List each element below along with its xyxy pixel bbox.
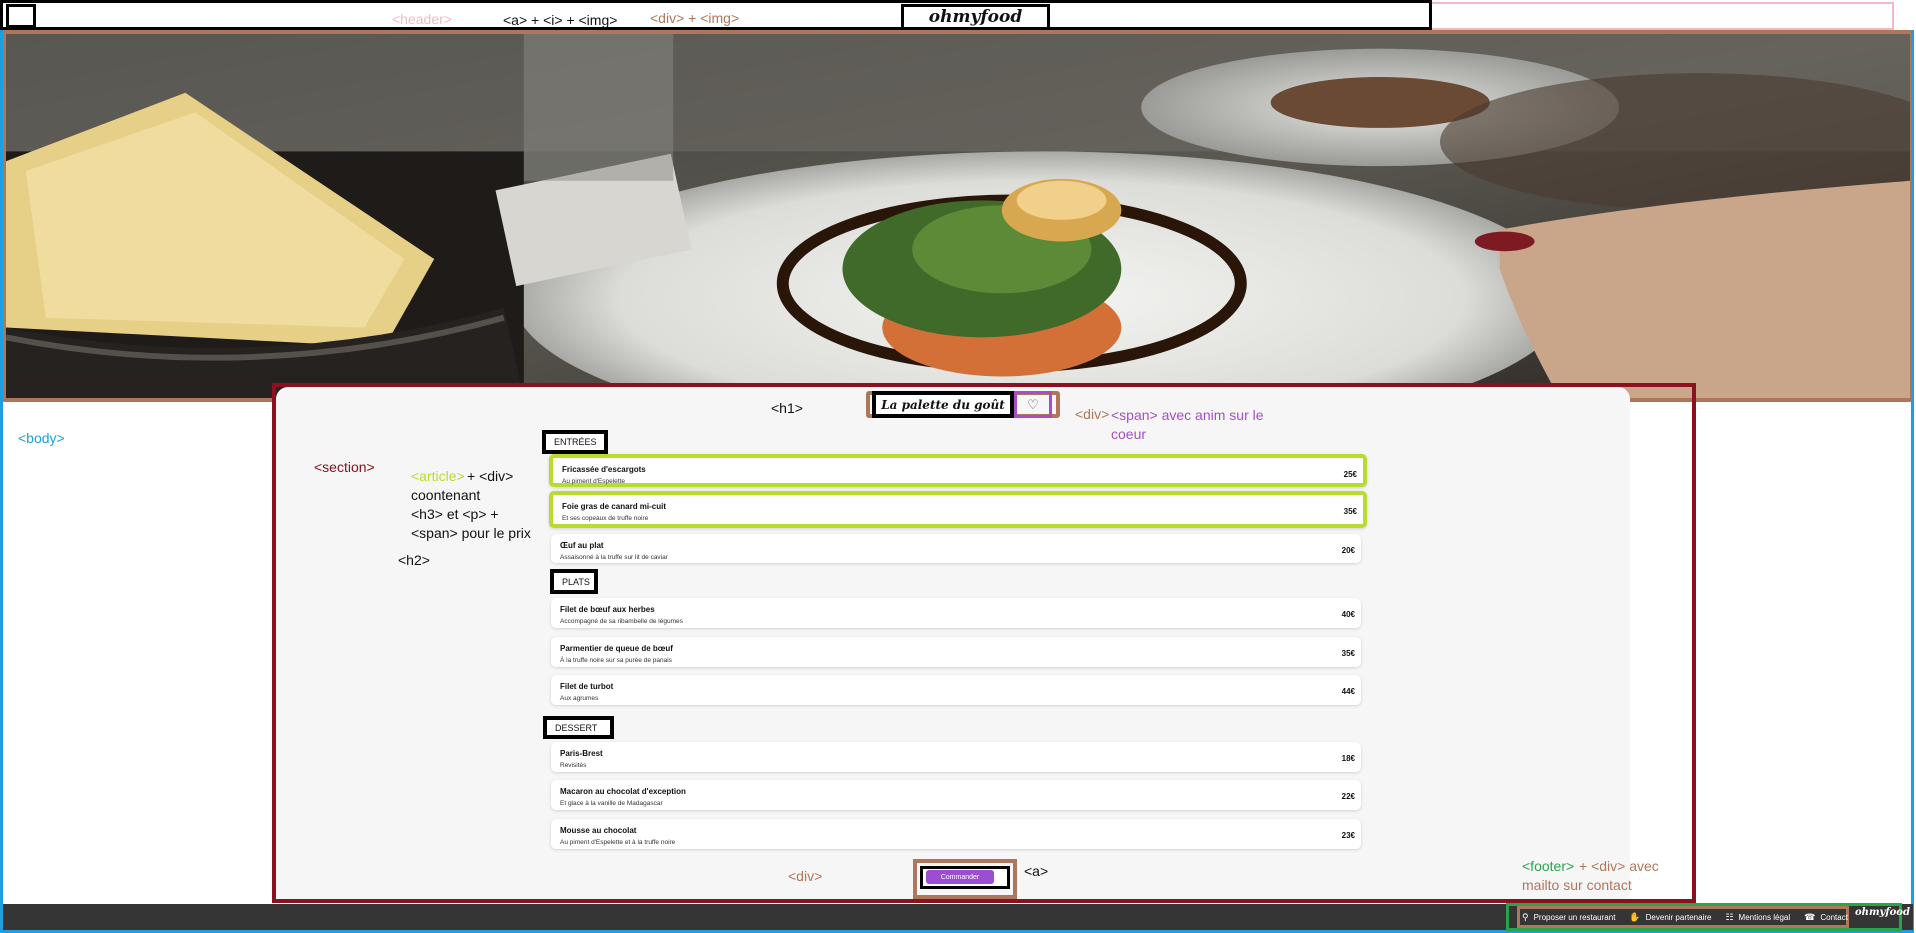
dish-name: Foie gras de canard mi-cuit bbox=[562, 502, 667, 511]
dish-price: 35€ bbox=[1341, 649, 1355, 658]
annotation-article-span: <span> pour le prix bbox=[411, 525, 531, 541]
favorite-toggle[interactable]: ♡ bbox=[1014, 391, 1052, 418]
restaurant-plate-photo bbox=[6, 34, 1910, 398]
category-heading-plats: PLATS bbox=[550, 569, 598, 594]
order-button[interactable]: Commander bbox=[926, 870, 994, 884]
phone-icon: ☎ bbox=[1804, 911, 1816, 922]
dish-price: 40€ bbox=[1341, 610, 1355, 619]
dish-description: Accompagné de sa ribambelle de légumes bbox=[560, 618, 683, 625]
menu-item[interactable]: Macaron au chocolat d'exception Et glace… bbox=[551, 780, 1361, 810]
annotation-body: <body> bbox=[18, 430, 65, 446]
menu-item[interactable]: Paris-Brest Revisités 18€ bbox=[551, 742, 1361, 772]
menu-item[interactable]: Filet de turbot Aux agrumes 44€ bbox=[551, 675, 1361, 705]
utensils-icon: ⚲ bbox=[1522, 911, 1529, 922]
logo-container[interactable]: ohmyfood bbox=[901, 4, 1050, 30]
dish-name: Filet de bœuf aux herbes bbox=[560, 605, 655, 614]
annotation-footer-div: + <div> avec bbox=[1579, 858, 1659, 874]
menu-item[interactable]: Foie gras de canard mi-cuit Et ses copea… bbox=[549, 491, 1367, 528]
annotation-logo: <div> + <img> bbox=[650, 10, 740, 26]
menu-item[interactable]: Fricassée d'escargots Au piment d'Espele… bbox=[549, 454, 1367, 487]
annotation-article: <article> bbox=[411, 468, 465, 484]
dish-price: 18€ bbox=[1341, 754, 1355, 763]
dish-description: Et ses copeaux de truffe noire bbox=[562, 515, 649, 522]
footer-link-become-partner[interactable]: ✋ Devenir partenaire bbox=[1629, 912, 1711, 923]
menu-item[interactable]: Œuf au plat Assaisonné à la truffe sur l… bbox=[551, 534, 1361, 563]
footer-links: ⚲ Proposer un restaurant ✋ Devenir parte… bbox=[1522, 908, 1848, 926]
dish-description: Revisités bbox=[560, 762, 587, 769]
dish-description: À la truffe noire sur sa purée de panais bbox=[560, 657, 672, 664]
hero-banner-image bbox=[2, 30, 1914, 402]
dish-price: 44€ bbox=[1341, 687, 1355, 696]
dish-price: 25€ bbox=[1343, 470, 1357, 479]
annotation-footer-mailto: mailto sur contact bbox=[1522, 877, 1632, 893]
annotation-h2: <h2> bbox=[398, 552, 430, 568]
footer-link-contact[interactable]: ☎ Contact bbox=[1804, 912, 1848, 923]
info-icon: ☷ bbox=[1725, 911, 1734, 922]
annotation-heart-span: <span> avec anim sur le bbox=[1111, 407, 1264, 423]
dish-price: 35€ bbox=[1343, 507, 1357, 516]
restaurant-title: La palette du goût bbox=[881, 397, 1005, 412]
dish-description: Et glace à la vanille de Madagascar bbox=[560, 800, 663, 807]
annotation-heart-div: <div> bbox=[1075, 406, 1110, 422]
heart-icon: ♡ bbox=[1027, 396, 1039, 412]
annotation-order-a: <a> bbox=[1024, 863, 1049, 879]
category-heading-dessert: DESSERT bbox=[543, 716, 614, 739]
dish-name: Filet de turbot bbox=[560, 682, 614, 691]
footer-link-legal[interactable]: ☷ Mentions légal bbox=[1725, 912, 1790, 923]
dish-description: Assaisonné à la truffe sur lit de caviar bbox=[560, 554, 668, 561]
menu-item[interactable]: Parmentier de queue de bœuf À la truffe … bbox=[551, 637, 1361, 667]
handshake-icon: ✋ bbox=[1629, 911, 1641, 922]
dish-price: 22€ bbox=[1341, 792, 1355, 801]
annotation-section: <section> bbox=[314, 459, 375, 475]
menu-item[interactable]: Filet de bœuf aux herbes Accompagné de s… bbox=[551, 598, 1361, 628]
restaurant-title-box: La palette du goût bbox=[872, 391, 1014, 418]
annotation-article-content: coontenant bbox=[411, 487, 481, 503]
annotation-header: <header> bbox=[392, 11, 452, 27]
annotation-order-div: <div> bbox=[788, 868, 823, 884]
annotation-footer: <footer> bbox=[1522, 858, 1575, 874]
dish-name: Parmentier de queue de bœuf bbox=[560, 644, 673, 653]
menu-item[interactable]: Mousse au chocolat Au piment d'Espelette… bbox=[551, 819, 1361, 849]
back-link[interactable] bbox=[6, 4, 36, 28]
annotation-article-div: + <div> bbox=[467, 468, 514, 484]
dish-description: Aux agrumes bbox=[560, 695, 599, 702]
dish-name: Macaron au chocolat d'exception bbox=[560, 787, 686, 796]
dish-name: Paris-Brest bbox=[560, 749, 603, 758]
category-heading-entrees: ENTRÉES bbox=[542, 430, 608, 454]
annotation-h1: <h1> bbox=[771, 400, 803, 416]
header-outline bbox=[1432, 2, 1894, 30]
dish-name: Œuf au plat bbox=[560, 541, 604, 550]
dish-name: Fricassée d'escargots bbox=[562, 465, 646, 474]
annotation-heart-span-2: coeur bbox=[1111, 426, 1147, 442]
annotation-article-h3: <h3> et <p> + bbox=[411, 506, 499, 522]
dish-price: 20€ bbox=[1341, 546, 1355, 555]
dish-description: Au piment d'Espelette bbox=[562, 478, 626, 485]
annotation-back-link: <a> + <i> + <img> bbox=[503, 12, 618, 28]
dish-name: Mousse au chocolat bbox=[560, 826, 637, 835]
dish-price: 23€ bbox=[1341, 831, 1355, 840]
logo: ohmyfood bbox=[928, 7, 1023, 27]
dish-description: Au piment d'Espelette et à la truffe noi… bbox=[560, 839, 676, 846]
footer-logo[interactable]: ohmyfood bbox=[1855, 907, 1910, 918]
footer-link-propose-restaurant[interactable]: ⚲ Proposer un restaurant bbox=[1522, 912, 1615, 923]
